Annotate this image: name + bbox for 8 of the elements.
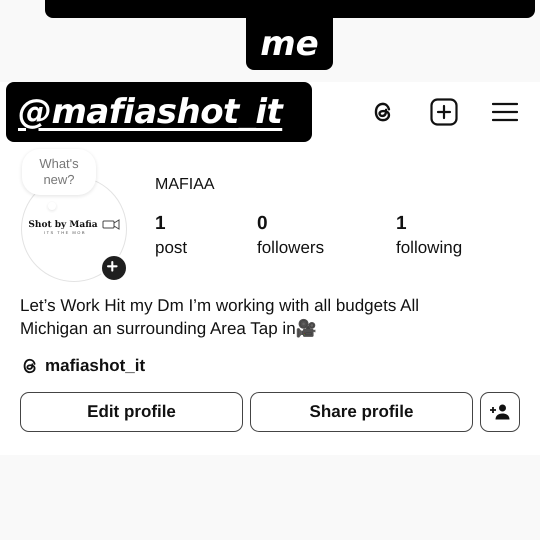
logo-title: Shot by Mafia (28, 220, 98, 230)
profile-name: MAFIAA (155, 176, 216, 195)
stat-count: 1 (396, 212, 408, 236)
caption-sticker: me (246, 18, 333, 70)
stat-count: 0 (257, 212, 269, 236)
bio-text: Let’s Work Hit my Dm I’m working with all budgets All Michigan an surrounding Area Tap in🎥 (19, 295, 420, 340)
stat-count: 1 (155, 212, 167, 236)
handle-sticker: @mafiashot_it (6, 82, 312, 142)
